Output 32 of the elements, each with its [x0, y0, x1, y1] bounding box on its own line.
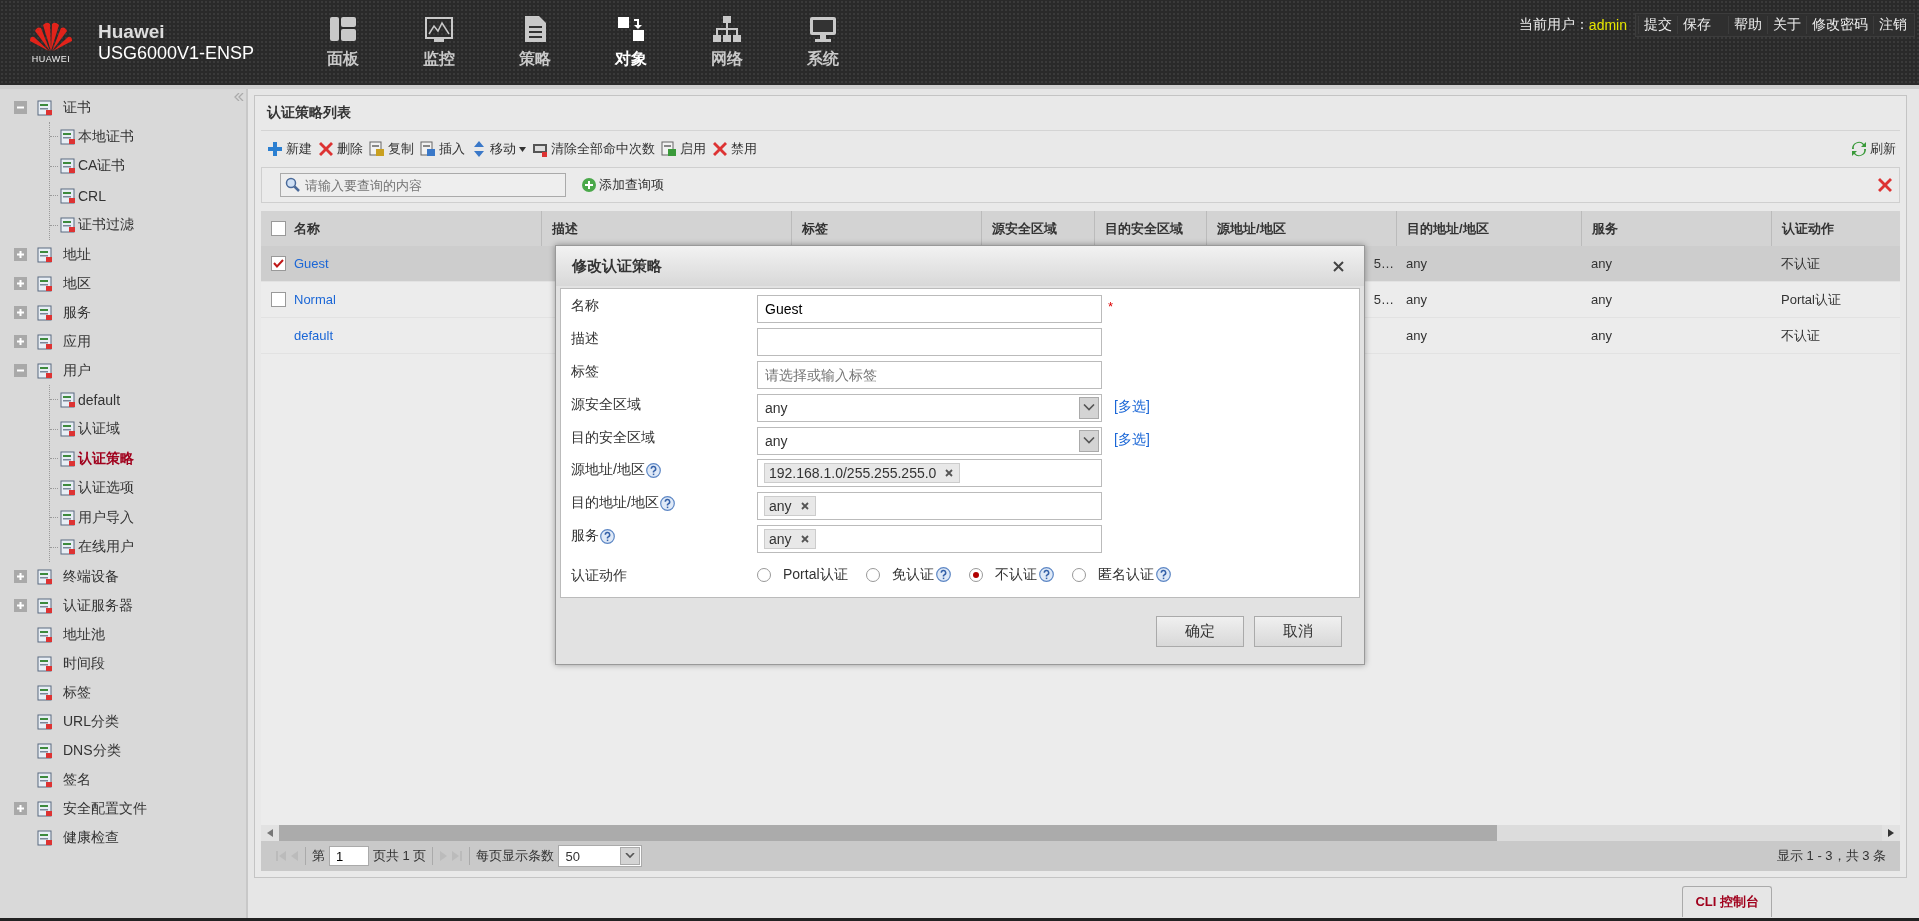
field-label: 目的地址/地区	[571, 494, 659, 513]
record-summary: 显示 1 - 3，共 3 条	[1776, 847, 1886, 865]
dialog-title: 修改认证策略	[572, 256, 662, 276]
table-cell: 不认证	[1781, 254, 1820, 273]
table-cell: any	[1406, 256, 1427, 271]
current-user-label: 当前用户：	[1518, 16, 1589, 34]
table-cell: any	[1591, 292, 1612, 307]
field-label: 源安全区域	[571, 395, 641, 414]
table-cell: any	[1406, 328, 1427, 343]
table-cell: Portal认证	[1781, 290, 1841, 309]
device-model: USG6000V1-ENSP	[98, 43, 256, 64]
field-label: 源地址/地区	[571, 461, 645, 480]
required-mark: *	[1108, 298, 1114, 314]
per-page-label: 每页显示条数	[476, 847, 555, 865]
field-label: 标签	[571, 362, 599, 381]
field-label: 名称	[571, 297, 599, 315]
logo-text: HUAWEI	[31, 54, 71, 64]
table-cell: any	[1591, 328, 1612, 343]
field-label: 认证动作	[571, 566, 627, 585]
field-label: 目的安全区域	[571, 428, 655, 447]
user-name: admin	[1588, 17, 1627, 33]
field-label: 描述	[571, 329, 599, 348]
table-cell: 5…	[1373, 256, 1394, 271]
table-cell: 不认证	[1781, 326, 1820, 345]
table-cell: any	[1591, 256, 1612, 271]
panel-title: 认证策略列表	[267, 104, 351, 122]
table-cell: any	[1406, 292, 1427, 307]
field-label: 服务	[571, 527, 599, 546]
page-total: 页共 1 页	[373, 847, 427, 865]
page-label: 第	[312, 847, 325, 865]
table-cell: 5…	[1373, 292, 1394, 307]
brand-name: Huawei	[98, 21, 166, 43]
